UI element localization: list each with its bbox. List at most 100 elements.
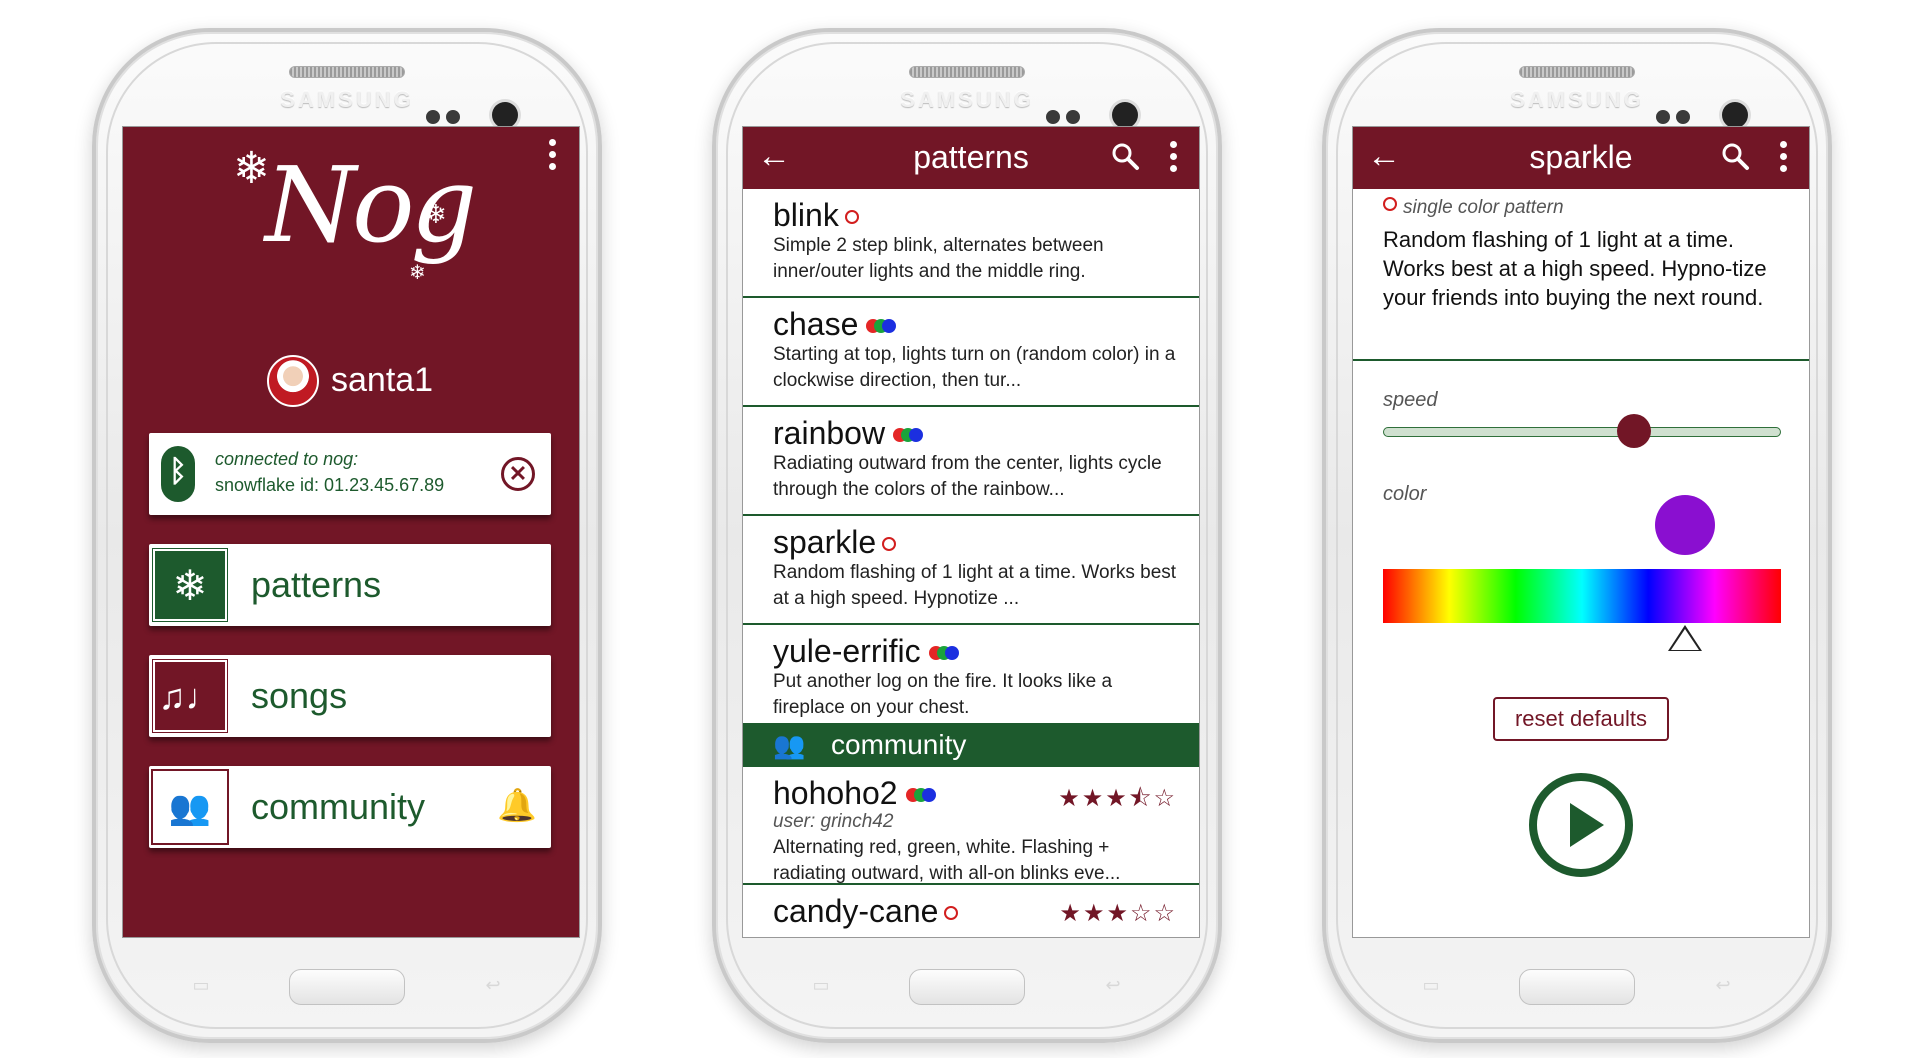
sensor-icon	[1656, 110, 1670, 124]
user-profile[interactable]: santa1	[123, 355, 579, 411]
pattern-desc: Radiating outward from the center, light…	[773, 453, 1162, 500]
speaker-grille	[1519, 66, 1635, 78]
pattern-type: single color pattern	[1383, 197, 1564, 219]
pattern-item-yule-errific[interactable]: yule-errific Put another log on the fire…	[743, 625, 1199, 734]
music-staff-icon: ♫♩	[152, 659, 228, 733]
pattern-type-text: single color pattern	[1403, 197, 1564, 218]
pattern-name-text: rainbow	[773, 415, 886, 451]
avatar	[267, 355, 319, 407]
snowflake-icon: ❄	[425, 199, 447, 229]
reset-defaults-button[interactable]: reset defaults	[1493, 697, 1669, 741]
songs-label: songs	[251, 675, 348, 716]
front-camera-icon	[1112, 102, 1138, 128]
pattern-desc: Starting at top, lights turn on (random …	[773, 344, 1176, 391]
people-icon: 👥	[151, 769, 229, 845]
pattern-name: candy-cane	[773, 893, 959, 930]
speed-slider-thumb[interactable]	[1616, 414, 1651, 448]
author: user: grinch42	[773, 811, 894, 832]
pattern-name-text: candy-cane	[773, 893, 939, 929]
front-camera-icon	[492, 102, 518, 128]
community-item-candy-cane[interactable]: candy-cane ★★★☆☆	[743, 885, 1199, 937]
snowflake-id: snowflake id: 01.23.45.67.89	[215, 475, 445, 495]
search-icon[interactable]	[1109, 140, 1141, 172]
sensor-icon	[1066, 110, 1080, 124]
home-hardware-button[interactable]	[1519, 969, 1635, 1005]
disconnect-icon[interactable]: ✕	[501, 457, 535, 491]
patterns-label: patterns	[251, 564, 382, 605]
pattern-item-rainbow[interactable]: rainbow Radiating outward from the cente…	[743, 407, 1199, 516]
speaker-grille	[289, 66, 405, 78]
pattern-item-sparkle[interactable]: sparkle Random flashing of 1 light at a …	[743, 516, 1199, 625]
connection-card: ᛒ connected to nog: snowflake id: 01.23.…	[149, 433, 551, 515]
back-softkey-icon[interactable]: ↩	[478, 976, 508, 994]
multi-color-icon	[893, 428, 927, 442]
rating-stars: ★★★☆☆	[1059, 900, 1177, 927]
color-label: color	[1383, 483, 1427, 505]
pattern-name: blink	[773, 197, 859, 234]
nog-logo: ❄ Nog ❄ ❄	[233, 135, 477, 305]
color-swatch	[1655, 495, 1716, 555]
hue-pointer-icon[interactable]	[1668, 625, 1703, 651]
speed-label: speed	[1383, 389, 1438, 411]
community-label: community	[251, 786, 426, 827]
app-bar: ← sparkle	[1353, 127, 1809, 189]
pattern-description: Random flashing of 1 light at a time. Wo…	[1383, 227, 1767, 310]
speaker-grille	[909, 66, 1025, 78]
pattern-name: rainbow	[773, 415, 927, 452]
pattern-name-text: sparkle	[773, 524, 877, 560]
home-hardware-button[interactable]	[289, 969, 405, 1005]
search-icon[interactable]	[1719, 140, 1751, 172]
sensor-icon	[446, 110, 460, 124]
songs-button[interactable]: ♫♩ songs	[149, 655, 551, 737]
back-softkey-icon[interactable]: ↩	[1708, 976, 1738, 994]
phone-home: SAMSUNG ❄ Nog ❄ ❄ santa1 ᛒ connected to …	[92, 28, 602, 1043]
phone-patterns: SAMSUNG ← patterns blink Simple 2 step b…	[712, 28, 1222, 1043]
overflow-menu-icon[interactable]	[1170, 141, 1177, 177]
single-color-icon	[944, 906, 959, 920]
connection-status: connected to nog:	[215, 449, 359, 469]
sensor-icon	[1676, 110, 1690, 124]
menu-softkey-icon[interactable]: ▭	[1416, 976, 1446, 994]
rating-stars: ★★★⯪☆	[1058, 785, 1177, 812]
pattern-name: sparkle	[773, 524, 897, 561]
sensor-icon	[426, 110, 440, 124]
snowflake-icon: ❄	[152, 548, 228, 622]
back-softkey-icon[interactable]: ↩	[1098, 976, 1128, 994]
home-screen: ❄ Nog ❄ ❄ santa1 ᛒ connected to nog: sno…	[122, 126, 580, 938]
home-hardware-button[interactable]	[909, 969, 1025, 1005]
overflow-menu-icon[interactable]	[1780, 141, 1787, 177]
multi-color-icon	[928, 646, 963, 660]
menu-softkey-icon[interactable]: ▭	[186, 976, 216, 994]
single-color-icon	[1383, 197, 1397, 211]
pattern-name-text: hohoho2	[773, 775, 898, 811]
community-section-header: 👥 community	[743, 723, 1199, 767]
menu-softkey-icon[interactable]: ▭	[806, 976, 836, 994]
pattern-desc: Alternating red, green, white. Flashing …	[773, 837, 1121, 884]
pattern-item-blink[interactable]: blink Simple 2 step blink, alternates be…	[743, 189, 1199, 298]
sparkle-screen: ← sparkle single color pattern Random fl…	[1352, 126, 1810, 938]
pattern-desc: Simple 2 step blink, alternates between …	[773, 235, 1104, 282]
overflow-menu-icon[interactable]	[549, 139, 557, 175]
patterns-button[interactable]: ❄ patterns	[149, 544, 551, 626]
snowflake-icon: ❄	[409, 262, 426, 284]
people-icon: 👥	[773, 730, 806, 760]
patterns-screen: ← patterns blink Simple 2 step blink, al…	[742, 126, 1200, 938]
multi-color-icon	[866, 319, 900, 333]
device-brand: SAMSUNG	[900, 87, 1034, 112]
speed-slider-track[interactable]	[1383, 427, 1781, 437]
pattern-name: yule-errific	[773, 633, 963, 670]
community-item-hohoho2[interactable]: hohoho2 ★★★⯪☆ user: grinch42 Alternating…	[743, 767, 1199, 885]
phone-sparkle: SAMSUNG ← sparkle single color pattern R…	[1322, 28, 1832, 1043]
app-bar: ← patterns	[743, 127, 1199, 189]
stage: SAMSUNG ❄ Nog ❄ ❄ santa1 ᛒ connected to …	[0, 0, 1920, 1058]
play-icon[interactable]	[1529, 773, 1633, 877]
front-camera-icon	[1722, 102, 1748, 128]
pattern-item-chase[interactable]: chase Starting at top, lights turn on (r…	[743, 298, 1199, 407]
community-button[interactable]: 👥 community 🔔	[149, 766, 551, 848]
pattern-name-text: chase	[773, 306, 859, 342]
pattern-name: chase	[773, 306, 900, 343]
pattern-desc: Random flashing of 1 light at a time. Wo…	[773, 562, 1177, 609]
hue-spectrum[interactable]	[1383, 569, 1781, 623]
bell-icon[interactable]: 🔔	[497, 786, 537, 824]
divider	[1353, 359, 1809, 361]
